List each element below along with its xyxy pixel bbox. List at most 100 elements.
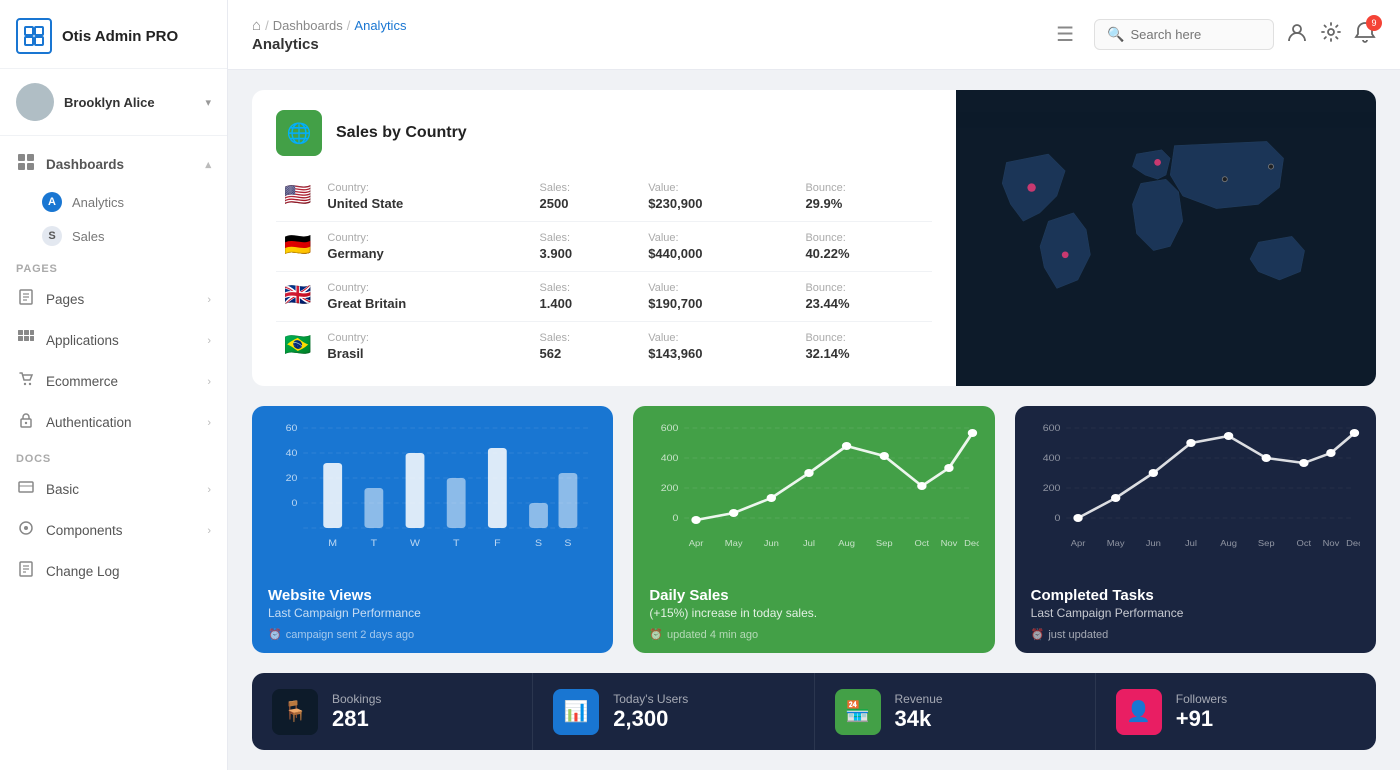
authentication-chevron-icon: › <box>207 417 211 429</box>
stat-label-1: Today's Users <box>613 692 688 706</box>
website-views-card: 60 40 20 0 M T <box>252 406 613 653</box>
value-cell: Value: $190,700 <box>640 272 797 322</box>
svg-text:20: 20 <box>286 474 298 484</box>
svg-text:Apr: Apr <box>689 539 704 548</box>
sales-letter-badge: S <box>42 226 62 246</box>
stat-value-1: 2,300 <box>613 706 688 732</box>
country-table: 🇺🇸 Country: United State Sales: 2500 Val… <box>276 172 932 371</box>
svg-text:0: 0 <box>1054 514 1060 524</box>
daily-sales-subtitle: (+15%) increase in today sales. <box>649 606 978 620</box>
table-row: 🇩🇪 Country: Germany Sales: 3.900 Value: … <box>276 222 932 272</box>
bounce-cell: Bounce: 32.14% <box>797 322 932 372</box>
website-views-chart: 60 40 20 0 M T <box>252 406 613 573</box>
topbar: ⌂ / Dashboards / Analytics Analytics ☰ 🔍 <box>228 0 1400 70</box>
nav-item-applications[interactable]: Applications › <box>0 320 227 361</box>
completed-tasks-chart: 600 400 200 0 Apr <box>1015 406 1376 573</box>
nav-subitem-sales[interactable]: S Sales <box>0 219 227 253</box>
nav-label-analytics: Analytics <box>72 195 124 210</box>
stat-text-0: Bookings 281 <box>332 692 381 732</box>
svg-text:400: 400 <box>661 454 679 464</box>
table-row: 🇧🇷 Country: Brasil Sales: 562 Value: $14… <box>276 322 932 372</box>
table-row: 🇬🇧 Country: Great Britain Sales: 1.400 V… <box>276 272 932 322</box>
nav-item-pages[interactable]: Pages › <box>0 279 227 320</box>
value-cell: Value: $440,000 <box>640 222 797 272</box>
country-flag-cell: 🇩🇪 <box>276 222 319 272</box>
search-box[interactable]: 🔍 <box>1094 19 1274 50</box>
completed-tasks-footer: ⏰ just updated <box>1031 628 1360 641</box>
notification-badge: 9 <box>1366 15 1382 31</box>
sales-cell: Sales: 562 <box>532 322 641 372</box>
stat-icon-0: 🪑 <box>272 689 318 735</box>
user-profile[interactable]: Brooklyn Alice ▾ <box>0 69 227 136</box>
home-icon: ⌂ <box>252 17 261 34</box>
stat-item: 🏪 Revenue 34k <box>815 673 1096 750</box>
dashboards-chevron-icon: ▴ <box>205 158 211 171</box>
website-views-title: Website Views <box>268 587 597 604</box>
bounce-cell: Bounce: 40.22% <box>797 222 932 272</box>
svg-text:600: 600 <box>1042 424 1060 434</box>
nav-label-authentication: Authentication <box>46 415 132 430</box>
stat-value-0: 281 <box>332 706 381 732</box>
table-row: 🇺🇸 Country: United State Sales: 2500 Val… <box>276 172 932 222</box>
stat-icon-2: 🏪 <box>835 689 881 735</box>
svg-text:Oct: Oct <box>915 539 930 548</box>
stat-icon-3: 👤 <box>1116 689 1162 735</box>
sales-cell: Sales: 3.900 <box>532 222 641 272</box>
nav-label-components: Components <box>46 523 123 538</box>
daily-sales-footer: ⏰ updated 4 min ago <box>649 628 978 641</box>
ecommerce-icon <box>16 371 36 392</box>
breadcrumb-dashboards: Dashboards <box>273 18 343 33</box>
search-input[interactable] <box>1130 27 1250 42</box>
stat-item: 👤 Followers +91 <box>1096 673 1376 750</box>
nav-item-authentication[interactable]: Authentication › <box>0 402 227 443</box>
svg-text:Apr: Apr <box>1070 539 1085 548</box>
nav-menu: Dashboards ▴ A Analytics S Sales PAGES P… <box>0 136 227 770</box>
nav-label-sales: Sales <box>72 229 105 244</box>
svg-text:F: F <box>494 539 500 549</box>
stat-text-1: Today's Users 2,300 <box>613 692 688 732</box>
stat-text-3: Followers +91 <box>1176 692 1227 732</box>
breadcrumb: ⌂ / Dashboards / Analytics <box>252 17 1044 34</box>
charts-row: 60 40 20 0 M T <box>252 406 1376 653</box>
nav-item-dashboards[interactable]: Dashboards ▴ <box>0 144 227 185</box>
nav-item-basic[interactable]: Basic › <box>0 469 227 510</box>
svg-text:400: 400 <box>1042 454 1060 464</box>
user-topbar-icon[interactable] <box>1286 21 1308 49</box>
nav-item-changelog[interactable]: Change Log <box>0 551 227 592</box>
svg-text:Jun: Jun <box>1145 539 1160 548</box>
website-views-info: Website Views Last Campaign Performance … <box>252 573 613 653</box>
website-views-footer: ⏰ campaign sent 2 days ago <box>268 628 597 641</box>
svg-text:May: May <box>725 539 743 548</box>
user-chevron-icon: ▾ <box>205 96 211 109</box>
svg-text:Sep: Sep <box>1258 539 1275 548</box>
world-map-svg <box>956 98 1376 378</box>
nav-label-applications: Applications <box>46 333 119 348</box>
logo-icon <box>16 18 52 54</box>
stat-label-3: Followers <box>1176 692 1227 706</box>
sales-cell: Sales: 1.400 <box>532 272 641 322</box>
svg-text:W: W <box>410 539 421 549</box>
svg-text:200: 200 <box>1042 484 1060 494</box>
nav-subitem-analytics[interactable]: A Analytics <box>0 185 227 219</box>
country-cell: Country: Germany <box>319 222 531 272</box>
svg-text:Nov: Nov <box>1322 539 1339 548</box>
stat-item: 🪑 Bookings 281 <box>252 673 533 750</box>
country-flag-cell: 🇬🇧 <box>276 272 319 322</box>
svg-text:0: 0 <box>292 499 298 509</box>
stat-label-2: Revenue <box>895 692 943 706</box>
value-cell: Value: $143,960 <box>640 322 797 372</box>
settings-topbar-icon[interactable] <box>1320 21 1342 49</box>
sales-table-section: 🌐 Sales by Country 🇺🇸 Country: United St… <box>252 90 956 386</box>
docs-section-label: DOCS <box>0 443 227 469</box>
notifications-icon[interactable]: 9 <box>1354 21 1376 49</box>
applications-chevron-icon: › <box>207 335 211 347</box>
menu-toggle-icon[interactable]: ☰ <box>1056 22 1074 47</box>
nav-item-ecommerce[interactable]: Ecommerce › <box>0 361 227 402</box>
website-views-subtitle: Last Campaign Performance <box>268 606 597 620</box>
user-name: Brooklyn Alice <box>64 95 195 110</box>
svg-text:Aug: Aug <box>839 539 856 548</box>
basic-icon <box>16 479 36 500</box>
content-area: 🌐 Sales by Country 🇺🇸 Country: United St… <box>228 70 1400 770</box>
nav-label-basic: Basic <box>46 482 79 497</box>
nav-item-components[interactable]: Components › <box>0 510 227 551</box>
